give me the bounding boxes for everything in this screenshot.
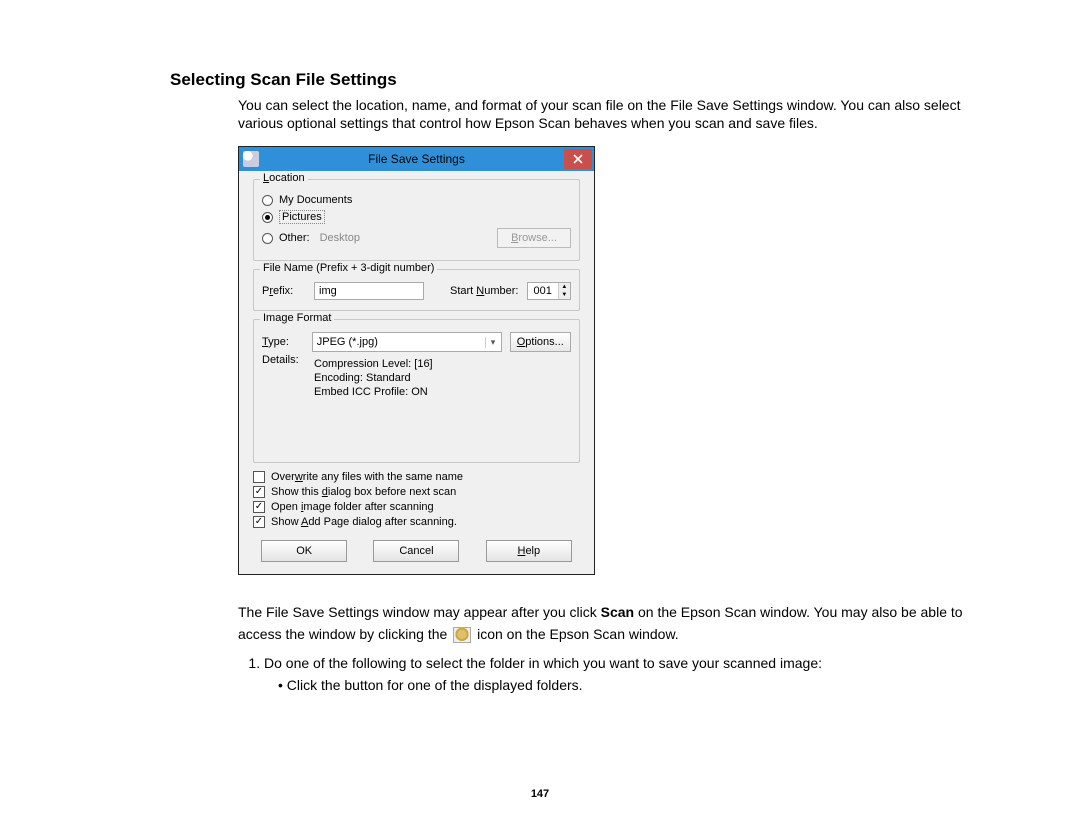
dialog-titlebar: File Save Settings [239,147,594,171]
type-value: JPEG (*.jpg) [313,336,485,348]
radio-other-row: Other: Browse... [262,228,571,248]
checkbox-label: Show this dialog box before next scan [271,486,456,498]
type-label: Type: [262,336,304,348]
radio-pictures[interactable]: Pictures [262,210,571,224]
radio-label: Other: [279,232,310,244]
checkbox-icon [253,471,265,483]
radio-my-documents[interactable]: My Documents [262,194,571,206]
start-number-spinner[interactable]: 001 ▲▼ [527,282,571,300]
steps-list: Do one of the following to select the fo… [238,655,990,693]
start-number-value: 001 [528,283,558,299]
intro-text: You can select the location, name, and f… [238,96,990,132]
radio-icon [262,233,273,244]
spinner-up-icon[interactable]: ▲ [559,283,570,291]
image-format-label: Image Format [260,312,334,324]
checkbox-label: Show Add Page dialog after scanning. [271,516,457,528]
options-button[interactable]: Options... [510,332,571,352]
type-combo[interactable]: JPEG (*.jpg) ▾ [312,332,502,352]
help-button[interactable]: Help [486,540,572,562]
section-title: Selecting Scan File Settings [170,70,990,90]
other-path-input [318,231,438,245]
ok-button[interactable]: OK [261,540,347,562]
page-number: 147 [0,788,1080,800]
check-show-dialog[interactable]: Show this dialog box before next scan [253,486,580,498]
checkbox-label: Overwrite any files with the same name [271,471,463,483]
radio-other[interactable]: Other: [262,232,310,244]
cancel-button[interactable]: Cancel [373,540,459,562]
file-save-settings-dialog: File Save Settings Location My Documents… [238,146,595,574]
image-format-group: Image Format Type: JPEG (*.jpg) ▾ Option… [253,319,580,462]
details-label: Details: [262,354,306,366]
start-number-label: Start Number: [450,285,519,297]
step-1-bullet: Click the button for one of the displaye… [278,677,990,693]
para-after-dialog: The File Save Settings window may appear… [238,601,990,646]
radio-label: Pictures [279,210,325,224]
prefix-input[interactable] [314,282,424,300]
radio-label: My Documents [279,194,352,206]
radio-icon [262,212,273,223]
chevron-down-icon: ▾ [485,337,501,348]
check-show-add-page[interactable]: Show Add Page dialog after scanning. [253,516,580,528]
filename-group-label: File Name (Prefix + 3-digit number) [260,262,437,274]
check-open-folder[interactable]: Open image folder after scanning [253,501,580,513]
check-overwrite[interactable]: Overwrite any files with the same name [253,471,580,483]
location-label: Location [260,172,308,184]
checkbox-icon [253,501,265,513]
folder-icon [453,627,471,643]
details-text: Compression Level: [16] Encoding: Standa… [314,358,433,399]
dialog-button-row: OK Cancel Help [253,540,580,562]
step-1: Do one of the following to select the fo… [264,655,990,693]
prefix-label: Prefix: [262,285,306,297]
checkbox-label: Open image folder after scanning [271,501,434,513]
location-group: Location My Documents Pictures Other: [253,179,580,261]
browse-button: Browse... [497,228,571,248]
dialog-title: File Save Settings [239,152,594,166]
spinner-down-icon[interactable]: ▼ [559,291,570,299]
radio-icon [262,195,273,206]
checkbox-icon [253,486,265,498]
filename-group: File Name (Prefix + 3-digit number) Pref… [253,269,580,311]
checkbox-icon [253,516,265,528]
